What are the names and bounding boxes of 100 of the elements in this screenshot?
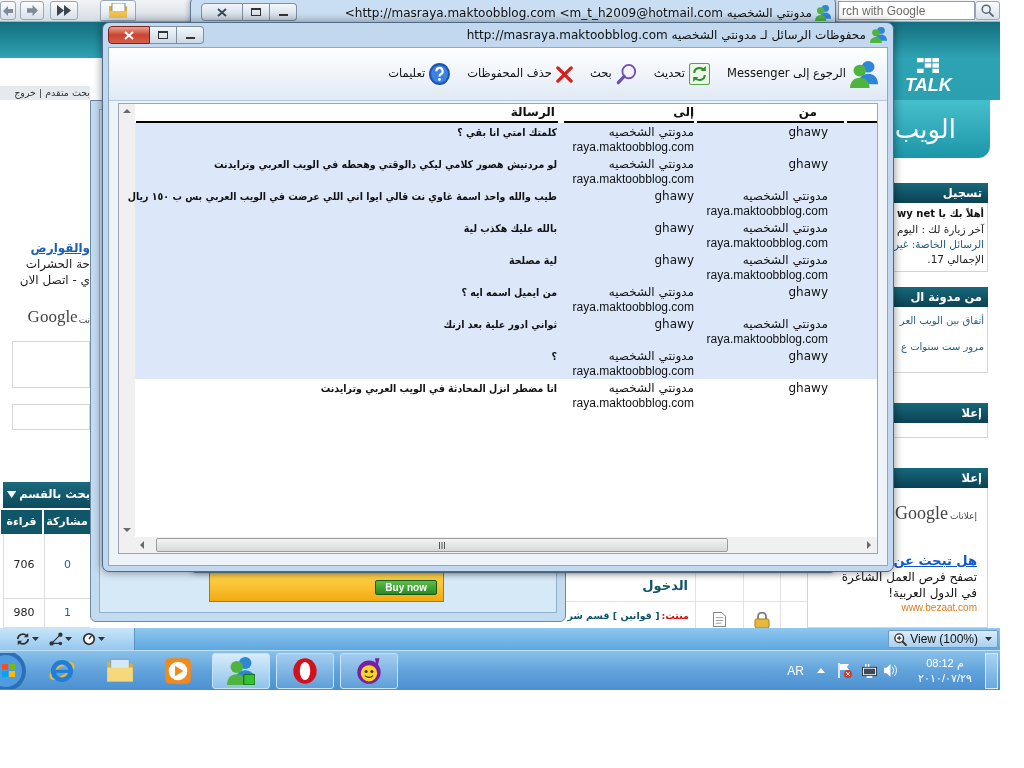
left-arrow-icon <box>3 5 13 16</box>
network-nodes-icon <box>49 632 63 646</box>
ad-text: حة الحشرات <box>24 256 90 272</box>
status-button[interactable] <box>49 632 72 646</box>
thread-title[interactable]: [ قوانين ] قسم شر <box>567 610 660 622</box>
more-button[interactable] <box>50 1 78 20</box>
table-cell: 980 <box>3 598 44 627</box>
speaker-icon <box>884 663 897 678</box>
play-icon <box>164 656 192 685</box>
window-title: محفوظات الرسائل لـ مدونتي الشخصيه http://masraya.maktoobblog.com <box>466 27 866 43</box>
contact-name: مدونتي الشخصيه <box>742 253 828 268</box>
restore-icon <box>158 31 168 39</box>
taskbar-button[interactable] <box>340 652 398 689</box>
taskbar-button[interactable] <box>276 652 334 689</box>
ad-text: في الدول العربية! <box>888 585 977 601</box>
messages-link[interactable]: الرسائل الخاصة: غير <box>893 237 984 252</box>
toolbar-button[interactable]: الرجوع إلى Messenger <box>727 59 878 89</box>
toolbar-button[interactable]: تحديث <box>653 59 710 89</box>
contact-name: ghawy <box>654 317 694 332</box>
search-button[interactable] <box>975 1 1000 20</box>
people-icon <box>870 27 887 43</box>
contact-name: مدونتي الشخصيه <box>608 381 694 396</box>
status-button[interactable] <box>82 632 105 646</box>
scrollbar-thumb[interactable] <box>156 538 728 552</box>
sync-icon <box>16 632 30 646</box>
thread-prefix: منتث: <box>661 610 689 622</box>
maximize-button[interactable] <box>243 3 270 21</box>
up-arrow-icon <box>123 109 131 113</box>
column-header[interactable]: قراءة <box>1 510 42 534</box>
people-icon <box>227 656 255 685</box>
people-icon <box>815 5 831 21</box>
dial-icon <box>82 632 96 646</box>
message-text: ثواني ادور علية بعد ازنك <box>443 317 557 332</box>
flag-icon <box>838 663 852 678</box>
status-button[interactable] <box>16 632 39 646</box>
toolbar-button[interactable]: بحث <box>589 59 637 89</box>
contact-address: raya.maktoobblog.com <box>706 268 828 283</box>
contact-name: ghawy <box>788 381 828 396</box>
contact-address: raya.maktoobblog.com <box>706 204 828 219</box>
toolbar-button[interactable]: حذف المحفوظات <box>467 59 573 89</box>
left-arrow-icon <box>140 541 144 549</box>
contact-address: raya.maktoobblog.com <box>572 396 694 411</box>
zoom-icon <box>894 632 908 646</box>
minimize-button[interactable] <box>270 3 297 21</box>
column-header[interactable]: مشاركة <box>44 510 90 534</box>
contact-address: raya.maktoobblog.com <box>572 364 694 379</box>
contact-name: ghawy <box>788 349 828 364</box>
caret-icon <box>7 491 17 499</box>
contact-address: raya.maktoobblog.com <box>572 300 694 315</box>
smiley-icon <box>355 656 383 685</box>
cross-icon <box>555 65 573 83</box>
contact-address: raya.maktoobblog.com <box>706 332 828 347</box>
up-arrow-icon <box>817 668 825 673</box>
right-arrow-icon <box>26 5 38 16</box>
message-text: بالله عليك هكذب لية <box>463 221 557 236</box>
contact-address: raya.maktoobblog.com <box>572 140 694 155</box>
ad-link[interactable]: والقوارض <box>0 240 90 256</box>
ad-text: تصفح فرص العمل الشاغرة <box>841 569 977 585</box>
minimize-button[interactable] <box>177 26 204 44</box>
tab-button[interactable] <box>100 0 136 21</box>
contact-name: مدونتي الشخصيه <box>608 157 694 172</box>
ads-brand: Google <box>27 308 78 326</box>
monitor-icon <box>862 663 877 678</box>
grid-icon <box>917 58 939 73</box>
section-title: بحث بالقسم <box>19 486 90 504</box>
nav-links[interactable]: بحث متقدم | خروج <box>14 87 90 99</box>
caret-icon <box>32 637 39 641</box>
forward-button[interactable] <box>20 1 44 20</box>
tray-button[interactable] <box>862 663 877 678</box>
horizontal-scrollbar[interactable] <box>135 537 877 553</box>
greeting-text: أهلاً بك يا wy net <box>897 206 984 221</box>
logo-text: TALK <box>905 75 952 95</box>
close-icon <box>217 7 227 17</box>
taskbar-button[interactable] <box>212 652 270 689</box>
contact-name: مدونتي الشخصيه <box>608 285 694 300</box>
zoom-button[interactable]: View (100%) <box>888 630 998 648</box>
minimize-icon <box>278 14 288 16</box>
back-button[interactable] <box>0 1 16 20</box>
blog-link[interactable]: مرور ست سنوات ع <box>901 340 984 354</box>
ads-label: إعلانات <box>950 510 977 523</box>
message-text: لو مردتيش هصور كلامي ليكي دالوقتي وهحطه في الويب العربي وترايدنت <box>214 157 557 172</box>
maximize-button[interactable] <box>150 26 177 44</box>
search-field[interactable]: rch with Google <box>838 1 975 20</box>
close-button[interactable] <box>108 26 150 44</box>
start-button[interactable] <box>0 652 28 689</box>
minimize-icon <box>185 37 195 39</box>
ad-link[interactable]: هل تبحث عن <box>893 553 977 569</box>
last-visit-text: آخر زيارة لك : اليوم <box>896 222 984 237</box>
contact-name: ghawy <box>788 157 828 172</box>
message-text: كلمتك امتي انا بقي ؟ <box>457 125 557 140</box>
contact-address: raya.maktoobblog.com <box>706 236 828 251</box>
contact-address: raya.maktoobblog.com <box>572 172 694 187</box>
toolbar-button[interactable]: تعليمات <box>388 59 451 89</box>
blog-link[interactable]: أتفاق بين الويب العر <box>899 314 984 328</box>
tray-button[interactable] <box>838 663 852 678</box>
message-text: طيب والله واحد اسمة غاوي نت قالي ايوا اني اللي عرضت في الويب العربي بس ب ١٥٠ ريال <box>127 189 557 204</box>
message-text: انا مضطر انزل المحادثة في الويب العربي وترايدنت <box>320 381 557 396</box>
close-button[interactable] <box>201 3 243 21</box>
message-text: من ايميل اسمه ايه ؟ <box>461 285 557 300</box>
people-icon <box>850 60 878 88</box>
